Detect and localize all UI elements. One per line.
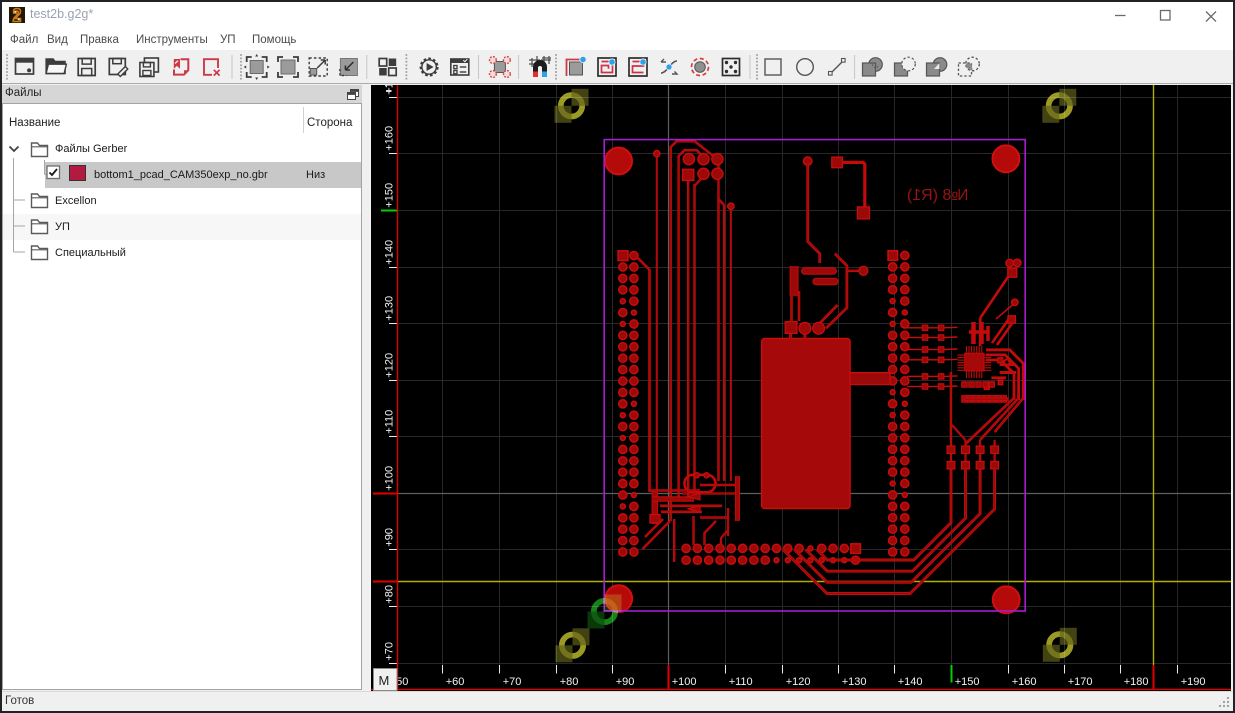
- svg-text:+90: +90: [384, 528, 396, 547]
- svg-text:+120: +120: [786, 676, 811, 688]
- svg-text:+160: +160: [1012, 676, 1037, 688]
- svg-text:+150: +150: [384, 183, 396, 208]
- svg-text:+110: +110: [729, 676, 753, 688]
- svg-text:+190: +190: [1181, 676, 1206, 688]
- svg-text:+170: +170: [1068, 676, 1093, 688]
- svg-text:+90: +90: [616, 676, 635, 688]
- svg-text:+120: +120: [384, 353, 396, 378]
- svg-text:+150: +150: [955, 676, 980, 688]
- svg-text:+160: +160: [384, 126, 396, 151]
- svg-text:+140: +140: [898, 676, 923, 688]
- svg-text:+70: +70: [384, 642, 396, 661]
- svg-text:+100: +100: [384, 466, 396, 491]
- svg-text:+130: +130: [384, 296, 396, 321]
- svg-text:M: M: [379, 673, 390, 688]
- svg-text:+60: +60: [446, 676, 465, 688]
- svg-text:+110: +110: [384, 410, 396, 434]
- svg-text:+100: +100: [672, 676, 697, 688]
- svg-text:+80: +80: [384, 585, 396, 604]
- svg-text:+70: +70: [503, 676, 522, 688]
- svg-text:№8 (R1): №8 (R1): [907, 187, 969, 204]
- svg-text:+130: +130: [842, 676, 867, 688]
- svg-text:+140: +140: [384, 240, 396, 265]
- svg-text:+80: +80: [560, 676, 579, 688]
- svg-text:+180: +180: [1124, 676, 1149, 688]
- svg-text:+170: +170: [384, 85, 396, 94]
